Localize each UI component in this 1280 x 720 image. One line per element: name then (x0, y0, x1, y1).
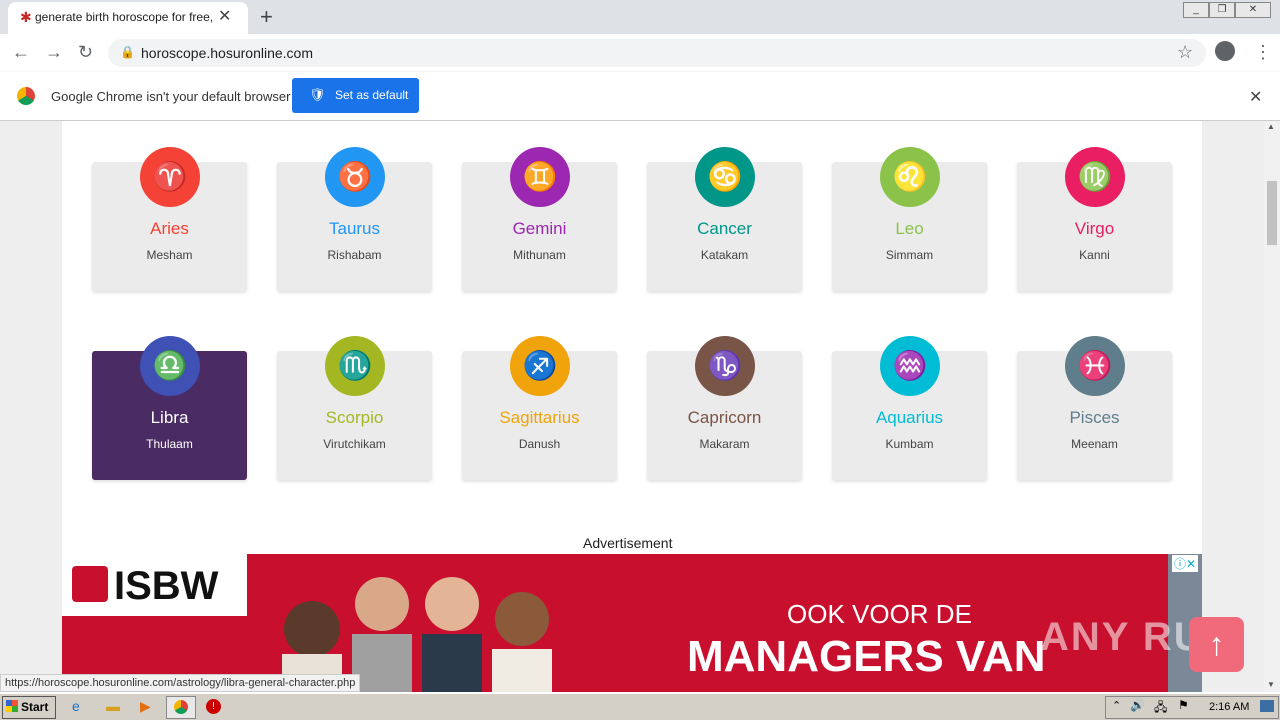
sign-name[interactable]: Cancer (647, 219, 802, 239)
sign-name[interactable]: Libra (92, 408, 247, 428)
sign-name[interactable]: Aries (92, 219, 247, 239)
new-tab-icon[interactable]: + (260, 4, 273, 30)
site-favicon-icon: ✱ (20, 9, 32, 25)
sign-subtitle: Katakam (700, 248, 749, 262)
restore-icon[interactable]: ❐ (1209, 2, 1235, 18)
taurus-symbol-icon: ♉ (325, 147, 385, 207)
ad-people-image (282, 577, 552, 692)
ad-logo: ISBW (62, 554, 247, 616)
sign-subtitle: Kanni (1079, 248, 1110, 262)
sign-subtitle: Mesham (146, 248, 193, 262)
sign-name[interactable]: Pisces (1017, 408, 1172, 428)
virgo-symbol-icon: ♍ (1065, 147, 1125, 207)
profile-avatar-icon[interactable] (1215, 41, 1235, 61)
leo-symbol-icon: ♌ (880, 147, 940, 207)
forward-icon[interactable]: → (45, 42, 63, 63)
menu-kebab-icon[interactable]: ⋮ (1254, 42, 1272, 63)
ie-icon[interactable]: e (72, 698, 80, 714)
aries-symbol-icon: ♈ (140, 147, 200, 207)
reload-icon[interactable]: ↻ (78, 42, 93, 63)
ad-choices-icon[interactable]: ⓘ✕ (1172, 555, 1199, 572)
tab-title: generate birth horoscope for free, g (35, 10, 215, 24)
advertisement-label: Advertisement (583, 535, 673, 551)
back-icon[interactable]: ← (12, 42, 30, 63)
ad-logo-text: ISBW (114, 564, 219, 608)
bookmark-star-icon[interactable]: ☆ (1177, 42, 1193, 63)
ad-logo-icon (72, 566, 108, 602)
aquarius-symbol-icon: ♒ (880, 336, 940, 396)
volume-icon[interactable]: 🔊 (1130, 698, 1145, 712)
sign-subtitle: Meenam (1071, 437, 1118, 451)
pisces-symbol-icon: ♓ (1065, 336, 1125, 396)
scroll-down-arrow-icon[interactable]: ▼ (1267, 680, 1275, 689)
network-icon[interactable]: 🖧 (1154, 698, 1167, 719)
media-player-icon[interactable]: ▶ (140, 698, 151, 715)
scrollbar-thumb[interactable] (1267, 181, 1277, 245)
lock-icon[interactable]: 🔒 (120, 45, 135, 59)
ad-headline-2: MANAGERS VAN (687, 632, 1046, 681)
show-desktop-icon[interactable] (1260, 700, 1274, 712)
sign-subtitle: Thulaam (146, 437, 193, 451)
infobar-close-icon[interactable]: ✕ (1249, 87, 1262, 107)
windows-logo-icon (6, 700, 18, 712)
sign-subtitle: Danush (518, 437, 561, 451)
close-window-icon[interactable]: ✕ (1235, 2, 1271, 18)
tray-expand-icon[interactable]: ⌃ (1112, 699, 1121, 712)
minimize-icon[interactable]: _ (1183, 2, 1209, 18)
sign-name[interactable]: Virgo (1017, 219, 1172, 239)
set-default-label: Set as default (335, 88, 409, 102)
ad-headline-1: OOK VOOR DE (787, 599, 972, 629)
status-bar-url: https://horoscope.hosuronline.com/astrol… (0, 674, 361, 692)
sagittarius-symbol-icon: ♐ (510, 336, 570, 396)
sign-name[interactable]: Taurus (277, 219, 432, 239)
flag-icon[interactable]: ⚑ (1178, 698, 1189, 712)
taskbar-clock: 2:16 AM (1209, 701, 1250, 713)
sign-subtitle: Virutchikam (323, 437, 386, 451)
sign-subtitle: Mithunam (513, 248, 566, 262)
start-button[interactable]: Start (2, 696, 56, 719)
sign-subtitle: Kumbam (885, 437, 934, 451)
sign-name[interactable]: Scorpio (277, 408, 432, 428)
shield-icon: 🛡 (309, 87, 326, 102)
chrome-logo-icon (17, 87, 35, 105)
scroll-up-arrow-icon[interactable]: ▲ (1267, 122, 1275, 131)
scorpio-symbol-icon: ♏ (325, 336, 385, 396)
sign-name[interactable]: Aquarius (832, 408, 987, 428)
capricorn-symbol-icon: ♑ (695, 336, 755, 396)
gemini-symbol-icon: ♊ (510, 147, 570, 207)
set-default-button[interactable]: 🛡 Set as default (292, 78, 419, 113)
scroll-to-top-button[interactable]: ↑ (1189, 617, 1244, 672)
folder-icon[interactable]: ▬ (106, 698, 120, 714)
chrome-taskbar-button[interactable] (166, 696, 196, 719)
opera-icon[interactable]: ! (206, 699, 221, 714)
page-viewport: ♈ Aries Mesham ♉ Taurus Rishabam ♊ Gemini Mithun… (0, 121, 1264, 692)
start-label: Start (21, 700, 49, 714)
cancer-symbol-icon: ♋ (695, 147, 755, 207)
sign-subtitle: Makaram (699, 437, 750, 451)
sign-name[interactable]: Gemini (462, 219, 617, 239)
sign-subtitle: Simmam (885, 248, 934, 262)
libra-symbol-icon: ♎ (140, 336, 200, 396)
tab-close-icon[interactable]: ✕ (218, 6, 231, 26)
chrome-taskbar-icon (174, 700, 188, 714)
infobar-message: Google Chrome isn't your default browser (51, 89, 291, 104)
sign-name[interactable]: Sagittarius (462, 408, 617, 428)
ad-banner[interactable]: ISBW OOK VOOR DE MANAGERS VAN ⓘ✕ (62, 554, 1202, 692)
address-url[interactable]: horoscope.hosuronline.com (141, 45, 313, 61)
sign-name[interactable]: Capricorn (647, 408, 802, 428)
sign-subtitle: Rishabam (327, 248, 382, 262)
sign-name[interactable]: Leo (832, 219, 987, 239)
